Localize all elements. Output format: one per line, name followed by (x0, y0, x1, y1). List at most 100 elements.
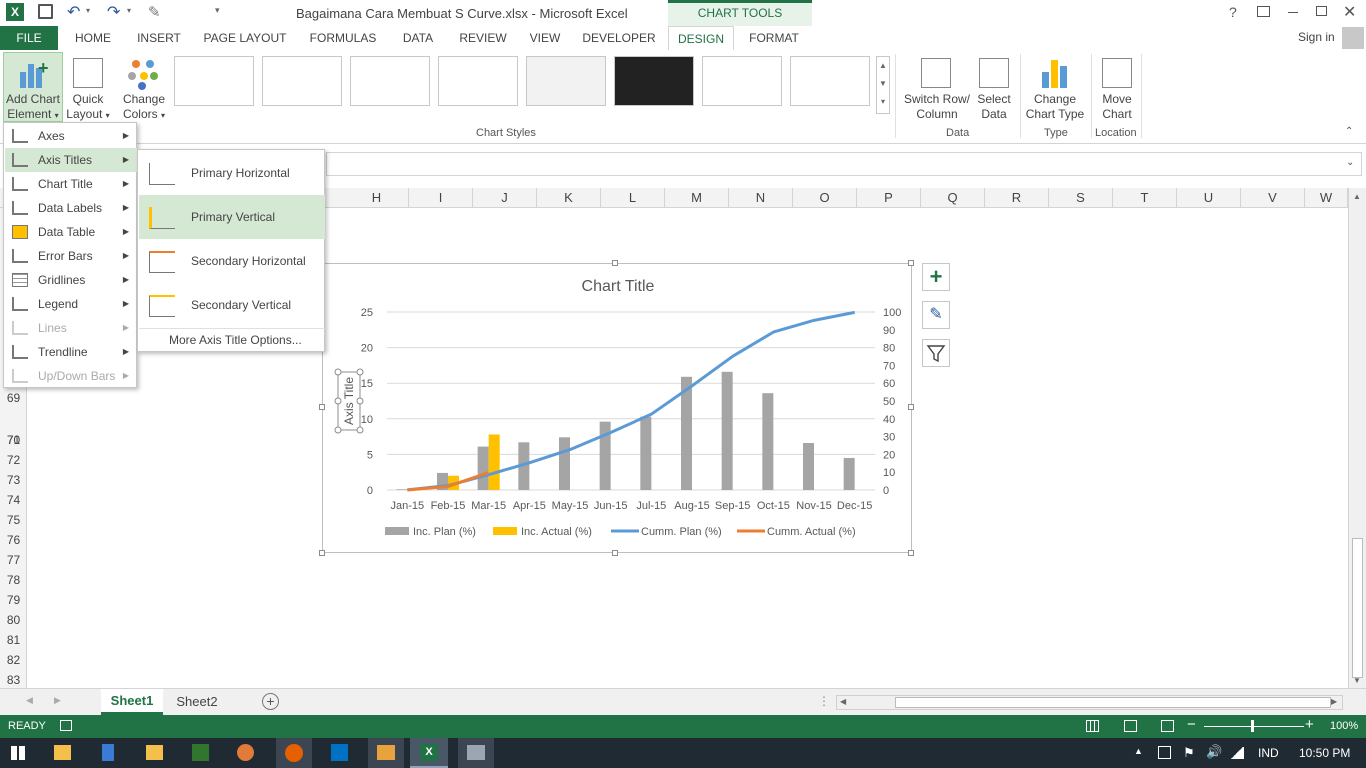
column-header[interactable]: K (537, 188, 601, 208)
change-colors-button[interactable]: Change Colors ▾ (118, 92, 170, 123)
excel-logo-icon[interactable]: X (6, 3, 24, 21)
menu-item-error-bars[interactable]: Error Bars ▶ (5, 244, 137, 268)
menu-item-legend[interactable]: Legend ▶ (5, 292, 137, 316)
quick-layout-button[interactable]: Quick Layout ▾ (62, 92, 114, 123)
submenu-primary-vertical[interactable]: Primary Vertical (139, 195, 325, 239)
resize-handle[interactable] (908, 550, 914, 556)
excel-taskbar-icon[interactable]: X (410, 738, 448, 768)
row-header[interactable]: 79 (0, 590, 27, 610)
row-header[interactable]: 75 (0, 510, 27, 530)
chart-style-3[interactable] (350, 56, 430, 106)
ribbon-display-icon[interactable] (1257, 6, 1270, 17)
column-header[interactable]: V (1241, 188, 1305, 208)
network-icon[interactable] (1158, 746, 1171, 759)
windows-start-icon[interactable] (11, 746, 25, 760)
sheet-next-icon[interactable]: ▶ (54, 695, 61, 706)
redo-dropdown-icon[interactable]: ▾ (127, 6, 131, 15)
column-header[interactable]: O (793, 188, 857, 208)
media-player-icon[interactable] (368, 738, 404, 768)
sheet-prev-icon[interactable]: ◀ (26, 695, 33, 706)
zoom-in-icon[interactable]: + (1305, 716, 1314, 733)
chart-style-4[interactable] (438, 56, 518, 106)
scroll-up-icon[interactable]: ▲ (1353, 192, 1361, 201)
column-header[interactable]: N (729, 188, 793, 208)
normal-view-icon[interactable] (1086, 720, 1099, 732)
column-header[interactable]: I (409, 188, 473, 208)
scroll-thumb[interactable] (1352, 538, 1363, 678)
tab-data[interactable]: DATA (396, 26, 440, 50)
format-painter-icon[interactable]: ✎ (148, 3, 161, 21)
firefox-icon[interactable] (276, 738, 312, 768)
tab-file[interactable]: FILE (0, 26, 58, 50)
tab-home[interactable]: HOME (66, 26, 120, 50)
tab-format[interactable]: FORMAT (738, 26, 810, 50)
row-header[interactable]: 77 (0, 550, 27, 570)
page-break-view-icon[interactable] (1161, 720, 1174, 732)
scroll-left-icon[interactable]: ◀ (840, 697, 846, 706)
formula-expand-icon[interactable]: ⌄ (1346, 157, 1354, 168)
row-header[interactable]: 81 (0, 630, 27, 650)
row-header[interactable]: 76 (0, 530, 27, 550)
menu-item-data-table[interactable]: Data Table ▶ (5, 220, 137, 244)
row-header[interactable]: 69 (0, 388, 27, 408)
tab-formulas[interactable]: FORMULAS (306, 26, 380, 50)
save-icon[interactable] (38, 4, 53, 19)
avatar[interactable] (1342, 27, 1364, 49)
column-header[interactable]: U (1177, 188, 1241, 208)
row-header[interactable]: 80 (0, 610, 27, 630)
chart-style-8[interactable] (790, 56, 870, 106)
resize-handle[interactable] (612, 260, 618, 266)
column-header[interactable]: J (473, 188, 537, 208)
folder-icon[interactable] (146, 745, 163, 760)
horizontal-scrollbar[interactable]: ◀ ▶ (836, 695, 1343, 710)
file-manager-icon[interactable] (54, 745, 71, 760)
sheet-tab-sheet1[interactable]: Sheet1 (101, 689, 163, 715)
chart-styles-button[interactable]: ✎ (922, 301, 950, 329)
more-axis-title-options[interactable]: More Axis Title Options... (169, 333, 302, 347)
flag-icon[interactable]: ⚑ (1183, 745, 1195, 761)
select-data-button[interactable]: Select Data (972, 92, 1016, 122)
sign-in-link[interactable]: Sign in (1298, 30, 1335, 44)
zoom-level[interactable]: 100% (1330, 720, 1358, 732)
column-header[interactable]: S (1049, 188, 1113, 208)
resize-handle[interactable] (319, 550, 325, 556)
submenu-secondary-horizontal[interactable]: Secondary Horizontal (139, 239, 325, 283)
app-taskbar-icon[interactable] (458, 738, 494, 768)
tab-view[interactable]: VIEW (524, 26, 566, 50)
collapse-ribbon-icon[interactable]: ⌃ (1345, 126, 1353, 137)
column-header[interactable]: T (1113, 188, 1177, 208)
menu-item-axis-titles[interactable]: Axis Titles ▶ (5, 148, 137, 172)
help-icon[interactable]: ? (1229, 4, 1237, 20)
chart-style-5[interactable] (526, 56, 606, 106)
undo-dropdown-icon[interactable]: ▾ (86, 6, 90, 15)
minimize-icon[interactable] (1288, 12, 1298, 13)
signal-icon[interactable] (1230, 747, 1244, 759)
row-header[interactable]: 83 (0, 670, 27, 690)
tab-review[interactable]: REVIEW (456, 26, 510, 50)
chart-elements-button[interactable]: + (922, 263, 950, 291)
menu-item-axes[interactable]: Axes ▶ (5, 124, 137, 148)
chart-style-6[interactable] (614, 56, 694, 106)
column-header[interactable]: H (345, 188, 409, 208)
row-header[interactable]: 72 (0, 450, 27, 470)
calculator-icon[interactable] (102, 744, 114, 761)
paint-icon[interactable] (237, 744, 254, 761)
tab-developer[interactable]: DEVELOPER (582, 26, 656, 50)
menu-item-trendline[interactable]: Trendline ▶ (5, 340, 137, 364)
tray-up-icon[interactable]: ▲ (1134, 746, 1143, 756)
resize-handle[interactable] (908, 260, 914, 266)
resize-handle[interactable] (319, 404, 325, 410)
clock[interactable]: 10:50 PM (1299, 746, 1350, 760)
submenu-secondary-vertical[interactable]: Secondary Vertical (139, 283, 325, 327)
new-sheet-icon[interactable]: + (262, 693, 279, 710)
submenu-primary-horizontal[interactable]: Primary Horizontal (139, 151, 325, 195)
row-header[interactable]: 82 (0, 650, 27, 670)
menu-item-gridlines[interactable]: Gridlines ▶ (5, 268, 137, 292)
scroll-down-icon[interactable]: ▼ (1353, 676, 1361, 685)
sheet-tab-sheet2[interactable]: Sheet2 (166, 689, 228, 715)
hscroll-thumb[interactable] (895, 697, 1331, 708)
column-header[interactable]: Q (921, 188, 985, 208)
chart-style-1[interactable] (174, 56, 254, 106)
tab-page-layout[interactable]: PAGE LAYOUT (200, 26, 290, 50)
switch-row-column-button[interactable]: Switch Row/ Column (900, 92, 974, 122)
